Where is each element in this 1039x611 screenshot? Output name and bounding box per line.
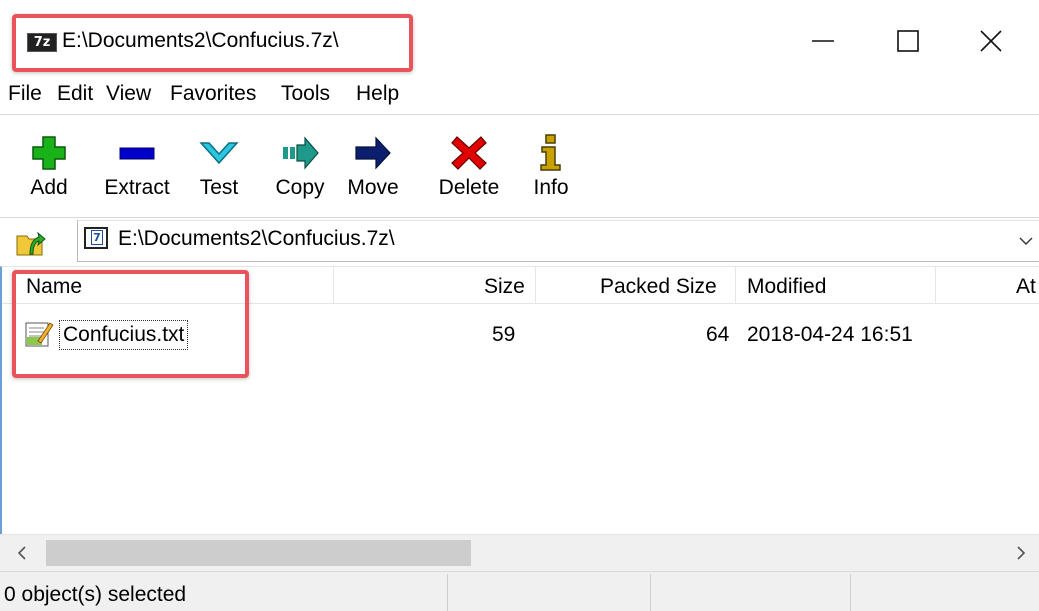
column-packed-size[interactable]: Packed Size xyxy=(600,275,717,299)
menu-edit[interactable]: Edit xyxy=(57,82,93,106)
horizontal-scrollbar[interactable] xyxy=(0,534,1039,571)
delete-icon xyxy=(449,133,489,173)
column-separator[interactable] xyxy=(535,267,536,303)
extract-label: Extract xyxy=(104,176,170,199)
close-icon xyxy=(980,30,1002,52)
info-icon xyxy=(531,133,571,173)
column-attributes[interactable]: At xyxy=(1016,275,1036,299)
menu-tools[interactable]: Tools xyxy=(281,82,330,106)
file-packed-size: 64 xyxy=(706,323,730,346)
minimize-icon xyxy=(812,40,834,42)
menu-help[interactable]: Help xyxy=(356,82,399,106)
archive-7z-icon: 7 xyxy=(84,227,108,249)
file-size: 59 xyxy=(492,323,516,346)
column-modified[interactable]: Modified xyxy=(747,275,826,299)
status-bar: 0 object(s) selected xyxy=(0,571,1039,611)
copy-button[interactable]: Copy xyxy=(266,115,334,213)
menu-favorites[interactable]: Favorites xyxy=(170,82,256,106)
app-window: 7z E:\Documents2\Confucius.7z\ File Edit… xyxy=(0,0,1039,611)
add-icon xyxy=(29,133,69,173)
scrollbar-thumb[interactable] xyxy=(46,540,471,566)
extract-button[interactable]: Extract xyxy=(92,115,182,213)
status-text: 0 object(s) selected xyxy=(4,583,187,606)
chevron-down-icon[interactable] xyxy=(1016,231,1036,251)
move-button[interactable]: Move xyxy=(338,115,408,213)
maximize-button[interactable] xyxy=(885,18,931,64)
toolbar: Add Extract Test Copy Move Delete Info xyxy=(0,114,1039,215)
minimize-button[interactable] xyxy=(800,18,846,64)
file-highlight-box xyxy=(12,270,249,378)
delete-button[interactable]: Delete xyxy=(432,115,506,213)
info-button[interactable]: Info xyxy=(520,115,582,213)
menu-view[interactable]: View xyxy=(106,82,151,106)
menu-bar: File Edit View Favorites Tools Help xyxy=(0,78,1039,111)
address-path: E:\Documents2\Confucius.7z\ xyxy=(118,227,395,250)
title-highlight-box xyxy=(12,14,413,72)
status-divider xyxy=(447,574,448,611)
copy-label: Copy xyxy=(275,176,325,199)
info-label: Info xyxy=(533,176,569,199)
status-divider xyxy=(650,574,651,611)
add-button[interactable]: Add xyxy=(18,115,80,213)
column-size[interactable]: Size xyxy=(484,275,525,299)
menu-file[interactable]: File xyxy=(8,82,42,106)
column-separator[interactable] xyxy=(735,267,736,303)
address-bar: 7 E:\Documents2\Confucius.7z\ xyxy=(0,217,1039,266)
column-separator[interactable] xyxy=(333,267,334,303)
column-separator[interactable] xyxy=(935,267,936,303)
move-label: Move xyxy=(347,176,399,199)
copy-icon xyxy=(280,133,320,173)
address-field[interactable]: 7 E:\Documents2\Confucius.7z\ xyxy=(77,220,1039,262)
test-button[interactable]: Test xyxy=(188,115,250,213)
maximize-icon xyxy=(897,30,919,52)
extract-icon xyxy=(117,133,157,173)
test-icon xyxy=(199,133,239,173)
move-icon xyxy=(353,133,393,173)
close-button[interactable] xyxy=(968,18,1014,64)
scroll-left-icon[interactable] xyxy=(12,543,32,563)
file-modified: 2018-04-24 16:51 xyxy=(747,323,913,346)
add-label: Add xyxy=(30,176,68,199)
test-label: Test xyxy=(199,176,239,199)
folder-up-icon[interactable] xyxy=(14,226,46,258)
status-divider xyxy=(850,574,851,611)
scroll-right-icon[interactable] xyxy=(1011,543,1031,563)
delete-label: Delete xyxy=(438,176,500,199)
